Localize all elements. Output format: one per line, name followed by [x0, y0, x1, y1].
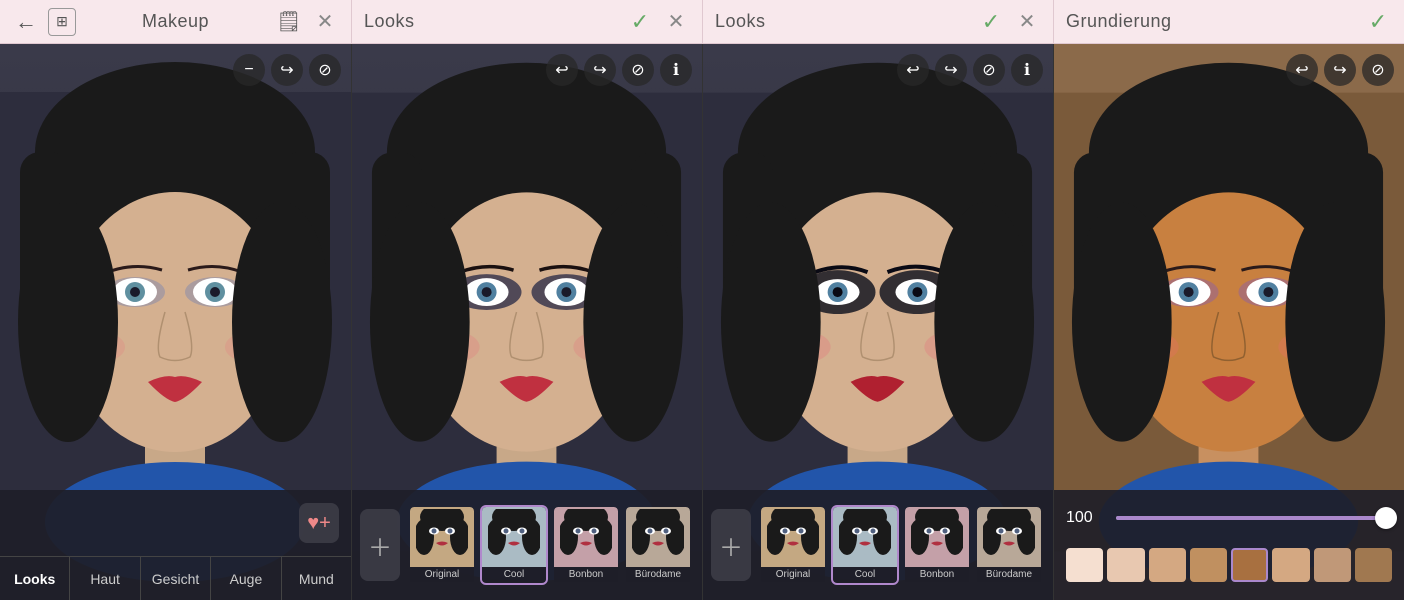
panel1-overlay-btns: − ↪ ⊘	[233, 54, 341, 86]
panel4-actions: ✓	[1364, 8, 1392, 36]
look-label-cool: Cool	[482, 567, 546, 582]
swatch-7[interactable]	[1355, 548, 1392, 582]
look-thumb-bonbon[interactable]: Bonbon	[903, 505, 971, 585]
look-thumb-cool[interactable]: Cool	[480, 505, 548, 585]
look-thumb-burodame[interactable]: Bürodame	[624, 505, 692, 585]
panel2-redo[interactable]: ↪	[584, 54, 616, 86]
panel3-header: Looks ✓ ✕	[702, 0, 1053, 43]
tab-gesicht[interactable]: Gesicht	[141, 557, 211, 600]
swatch-5[interactable]	[1272, 548, 1309, 582]
swatch-1[interactable]	[1107, 548, 1144, 582]
panel2-undo[interactable]: ↩	[546, 54, 578, 86]
panel1-title: Makeup	[142, 11, 209, 32]
look-label-bonbon: Bonbon	[554, 567, 618, 582]
panel1-actions: 🗒 ✕	[275, 8, 339, 36]
heart-area: ♥+	[0, 490, 351, 556]
panel4-crop[interactable]: ⊘	[1362, 54, 1394, 86]
panel2-actions: ✓ ✕	[626, 8, 690, 36]
panel4-foundation-bar: 100	[1054, 490, 1404, 600]
panel2-crop[interactable]: ⊘	[622, 54, 654, 86]
tab-haut[interactable]: Haut	[70, 557, 140, 600]
color-swatches	[1066, 548, 1392, 582]
main-area: − ↪ ⊘ ♥+ Looks Haut Gesicht Auge Mund	[0, 44, 1404, 600]
panel3-crop[interactable]: ⊘	[973, 54, 1005, 86]
panel2-looks-bar: ＋ Original Cool	[352, 490, 702, 600]
grid-icon[interactable]: ⊞	[48, 8, 76, 36]
look-thumb-original[interactable]: Original	[759, 505, 827, 585]
look-label-original: Original	[761, 567, 825, 582]
swatch-2[interactable]	[1149, 548, 1186, 582]
panel3-close[interactable]: ✕	[1013, 8, 1041, 36]
panel1-bottom: ♥+ Looks Haut Gesicht Auge Mund	[0, 490, 351, 600]
look-thumb-burodame[interactable]: Bürodame	[975, 505, 1043, 585]
tab-auge[interactable]: Auge	[211, 557, 281, 600]
panel3-info[interactable]: ℹ	[1011, 54, 1043, 86]
panel3-check[interactable]: ✓	[977, 8, 1005, 36]
panel4-overlay-btns: ↩ ↪ ⊘	[1286, 54, 1394, 86]
minus-btn[interactable]: −	[233, 54, 265, 86]
look-label-cool: Cool	[833, 567, 897, 582]
look-label-burodame: Bürodame	[626, 567, 690, 582]
bottom-tabs: Looks Haut Gesicht Auge Mund	[0, 556, 351, 600]
swatch-4[interactable]	[1231, 548, 1268, 582]
heart-button[interactable]: ♥+	[299, 503, 339, 543]
look-thumb-cool[interactable]: Cool	[831, 505, 899, 585]
redo-btn[interactable]: ↪	[271, 54, 303, 86]
swatch-6[interactable]	[1314, 548, 1351, 582]
tab-mund[interactable]: Mund	[282, 557, 351, 600]
panel3-looks-bar: ＋ Original Cool	[703, 490, 1053, 600]
slider-value: 100	[1066, 509, 1106, 527]
panel4-image: ↩ ↪ ⊘ 100	[1053, 44, 1404, 600]
panel2-info[interactable]: ℹ	[660, 54, 692, 86]
panel2-header: Looks ✓ ✕	[351, 0, 702, 43]
opacity-slider[interactable]	[1116, 516, 1392, 520]
panel2-check[interactable]: ✓	[626, 8, 654, 36]
panel3-undo[interactable]: ↩	[897, 54, 929, 86]
panel4-title: Grundierung	[1066, 11, 1172, 32]
panel4-undo[interactable]: ↩	[1286, 54, 1318, 86]
opacity-slider-row: 100	[1066, 509, 1392, 527]
panel1-image: − ↪ ⊘ ♥+ Looks Haut Gesicht Auge Mund	[0, 44, 351, 600]
swatch-3[interactable]	[1190, 548, 1227, 582]
look-thumb-bonbon[interactable]: Bonbon	[552, 505, 620, 585]
panel4-check[interactable]: ✓	[1364, 8, 1392, 36]
close-button[interactable]: ✕	[311, 8, 339, 36]
look-label-bonbon: Bonbon	[905, 567, 969, 582]
panel2-image: ↩ ↪ ⊘ ℹ ＋ Original	[351, 44, 702, 600]
back-button[interactable]: ←	[12, 8, 40, 36]
look-label-burodame: Bürodame	[977, 567, 1041, 582]
panel2-title: Looks	[364, 11, 415, 32]
panel2-overlay-btns: ↩ ↪ ⊘ ℹ	[546, 54, 692, 86]
panel3-image: ↩ ↪ ⊘ ℹ ＋ Original	[702, 44, 1053, 600]
save-button[interactable]: 🗒	[275, 8, 303, 36]
panel2-close[interactable]: ✕	[662, 8, 690, 36]
tab-looks[interactable]: Looks	[0, 557, 70, 600]
top-bar: ← ⊞ Makeup 🗒 ✕ Looks ✓ ✕ Looks ✓ ✕ Grund…	[0, 0, 1404, 44]
add-look-button[interactable]: ＋	[360, 509, 400, 581]
swatch-0[interactable]	[1066, 548, 1103, 582]
panel3-title: Looks	[715, 11, 766, 32]
look-thumb-original[interactable]: Original	[408, 505, 476, 585]
panel1-header: ← ⊞ Makeup 🗒 ✕	[0, 0, 351, 43]
panel4-redo[interactable]: ↪	[1324, 54, 1356, 86]
panel3-overlay-btns: ↩ ↪ ⊘ ℹ	[897, 54, 1043, 86]
panel3-add-look[interactable]: ＋	[711, 509, 751, 581]
panel3-redo[interactable]: ↪	[935, 54, 967, 86]
look-label-original: Original	[410, 567, 474, 582]
crop-btn[interactable]: ⊘	[309, 54, 341, 86]
panel4-header: Grundierung ✓	[1053, 0, 1404, 43]
panel3-actions: ✓ ✕	[977, 8, 1041, 36]
